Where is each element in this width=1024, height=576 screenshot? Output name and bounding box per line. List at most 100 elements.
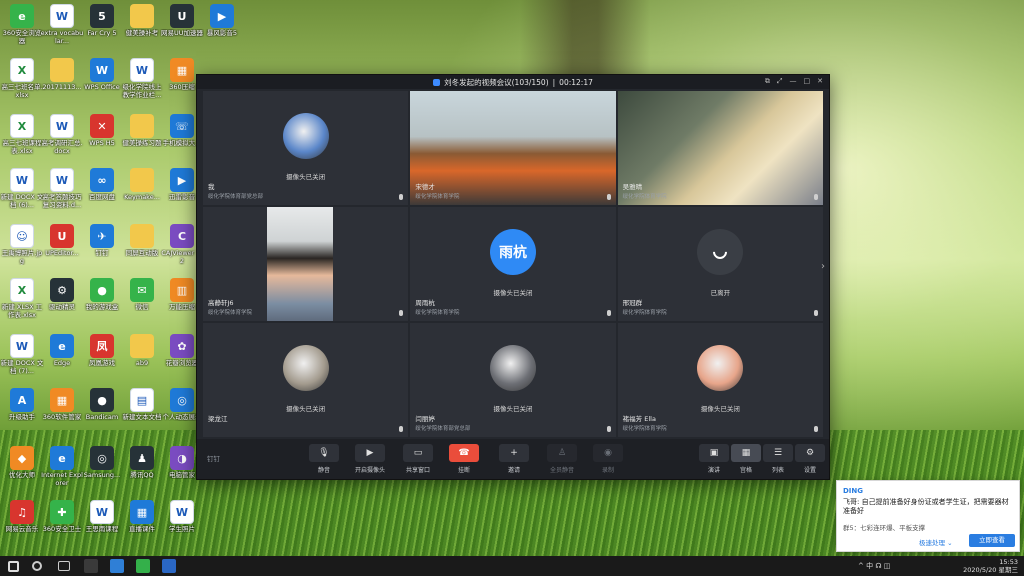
minimize-icon[interactable]: —: [790, 77, 797, 86]
desktop-icon[interactable]: W 新建 DOCX 文档 (7)...: [0, 334, 44, 375]
participant-video: [267, 207, 333, 321]
desktop-icon-glyph: e: [50, 334, 74, 358]
desktop-icon[interactable]: 同屏互动版: [120, 224, 164, 257]
desktop-icon[interactable]: ♫ 网易云音乐: [0, 500, 44, 533]
desktop-icon[interactable]: W 级化学院线上教学作业栏...: [120, 58, 164, 99]
desktop-icon[interactable]: e Internet Explorer: [40, 446, 84, 487]
desktop-icon-label: 网易UU加速器: [160, 29, 203, 37]
taskbar-dingtalk-icon[interactable]: [110, 559, 124, 573]
desktop-icon[interactable]: ✚ 360安全卫士: [40, 500, 84, 533]
taskbar-app-icon[interactable]: [84, 559, 98, 573]
camera-button[interactable]: ▶ 开启摄像头: [353, 444, 387, 474]
invite-button[interactable]: + 邀请: [497, 444, 531, 474]
hang-up-button[interactable]: ☎ 挂断: [447, 444, 481, 474]
desktop-icon[interactable]: ∞ 百度网盘: [80, 168, 124, 201]
desktop-icon[interactable]: 凤凤凰游戏: [80, 334, 124, 367]
desktop-icon[interactable]: 健美操练习题: [120, 114, 164, 147]
participant-avatar: 雨杭: [489, 229, 536, 275]
ding-notification[interactable]: DING 飞哥: 自己提前准备好身份证或者学生证，把需要器材准备好 群5：七彩连…: [836, 480, 1020, 552]
desktop-icon[interactable]: ☺ 王禹博照片.jpg: [0, 224, 44, 265]
participant-tile[interactable]: 雨杭 摄像头已关闭 周雨杭 绥化学院体育学院: [410, 207, 616, 321]
desktop-icon[interactable]: W 高考答题技巧复习资料.d...: [40, 168, 84, 209]
mute-button[interactable]: 🎙 静音: [307, 444, 341, 474]
quick-handle-link[interactable]: 极速处理 ⌄: [919, 537, 953, 547]
speaker-view-button[interactable]: ▣ 演讲: [697, 444, 731, 474]
desktop-icon-label: 升级助手: [9, 413, 35, 421]
desktop-icon-glyph: [50, 58, 74, 82]
desktop-icon[interactable]: ⚙ 驱动精灵: [40, 278, 84, 311]
desktop-icon[interactable]: ▶ 暴风影音5: [200, 4, 244, 37]
taskbar-wechat-icon[interactable]: [136, 559, 150, 573]
tray-icons[interactable]: ^ 中 ☊ ◫: [858, 561, 890, 571]
grid-view-button[interactable]: ▦ 宫格: [729, 444, 763, 474]
start-icon[interactable]: [8, 561, 19, 572]
desktop-icon[interactable]: ab9: [120, 334, 164, 367]
grid-view-button-label: 宫格: [739, 467, 752, 474]
desktop-icon[interactable]: 20171113...: [40, 58, 84, 91]
participant-tile[interactable]: 已离开 邢冠群 绥化学院体育学院: [617, 207, 823, 321]
desktop-icon[interactable]: Wextra vocabular...: [40, 4, 84, 45]
next-page-arrow-icon[interactable]: ›: [821, 261, 825, 272]
desktop-icon-glyph: ✕: [90, 114, 114, 138]
desktop-icon[interactable]: ◎ Samsung...: [80, 446, 124, 479]
settings-button[interactable]: ⚙ 设置: [793, 444, 827, 474]
taskbar-meeting-icon[interactable]: [162, 559, 176, 573]
meeting-title-bar[interactable]: 刘冬发起的视频会议(103/150) | 00:12:17 ⧉ ⤢ — □ ✕: [197, 75, 829, 89]
desktop-icon[interactable]: ▤ 新建文本文档: [120, 388, 164, 421]
desktop-icon[interactable]: e 360安全浏览器: [0, 4, 44, 45]
desktop-icon[interactable]: X 高三七班名单.xlsx: [0, 58, 44, 99]
desktop-icon[interactable]: X 高三七班课程表.xlsx: [0, 114, 44, 155]
participant-tile[interactable]: 吴雅晴 绥化学院体育学院: [617, 91, 823, 205]
desktop-icon[interactable]: X 新建 XLSX 工作表.xlsx: [0, 278, 44, 319]
participant-tile[interactable]: 摄像头已关闭 闫丽婷 绥化学院体育部党总部: [410, 323, 616, 437]
share-window-button[interactable]: ▭ 共享窗口: [401, 444, 435, 474]
mute-all-icon: ♙: [547, 444, 577, 462]
desktop-icon[interactable]: 健美操补考: [120, 4, 164, 37]
mute-all-button[interactable]: ♙ 全员静音: [545, 444, 579, 474]
desktop-icon-label: 360安全卫士: [42, 525, 82, 533]
desktop-icon[interactable]: e Edge: [40, 334, 84, 367]
desktop-icon[interactable]: W WPS Office: [80, 58, 124, 91]
desktop-icon[interactable]: W 学生照片: [160, 500, 204, 533]
desktop-icon[interactable]: ♟ 腾讯QQ: [120, 446, 164, 479]
participant-tile[interactable]: 摄像头已关闭 梁龙江: [203, 323, 409, 437]
clock[interactable]: 15:53 2020/5/20 星期三: [963, 558, 1018, 574]
desktop-icon[interactable]: ● Bandicam: [80, 388, 124, 421]
fullscreen-icon[interactable]: ⤢: [777, 77, 783, 86]
window-controls: ⧉ ⤢ — □ ✕: [765, 77, 823, 86]
close-icon[interactable]: ✕: [817, 77, 823, 86]
record-button[interactable]: ◉ 录制: [591, 444, 625, 474]
view-now-button[interactable]: 立即查看: [969, 534, 1015, 547]
list-view-button[interactable]: ☰ 列表: [761, 444, 795, 474]
search-icon[interactable]: [32, 561, 42, 571]
video-meeting-window[interactable]: 刘冬发起的视频会议(103/150) | 00:12:17 ⧉ ⤢ — □ ✕ …: [196, 74, 830, 480]
desktop-icon[interactable]: ✉ 微信: [120, 278, 164, 311]
desktop-icon[interactable]: ▦ 直播课件: [120, 500, 164, 533]
desktop-icon[interactable]: ✈ 钉钉: [80, 224, 124, 257]
desktop-icon[interactable]: U 网易UU加速器: [160, 4, 204, 37]
desktop-icon[interactable]: U UPEditor...: [40, 224, 84, 257]
desktop-icon[interactable]: ✕ WPS H5: [80, 114, 124, 147]
desktop-icon[interactable]: A 升级助手: [0, 388, 44, 421]
participant-tile[interactable]: 摄像头已关闭 褚福芳 Ella 绥化学院体育学院: [617, 323, 823, 437]
participant-tile[interactable]: 高静轩J6 绥化学院体育学院: [203, 207, 409, 321]
desktop-icon-label: 王思雨课程: [85, 525, 119, 533]
participant-tile[interactable]: 宋德才 绥化学院体育学院: [410, 91, 616, 205]
popout-icon[interactable]: ⧉: [765, 77, 770, 86]
desktop-icon-glyph: W: [50, 114, 74, 138]
desktop-icon[interactable]: ▦ 360软件管家: [40, 388, 84, 421]
desktop-icon[interactable]: ◆ 优化大师: [0, 446, 44, 479]
task-view-icon[interactable]: [58, 561, 70, 571]
desktop-icon[interactable]: Keymake...: [120, 168, 164, 201]
desktop-icon-label: 驱动精灵: [49, 303, 75, 311]
desktop-icon[interactable]: W 王思雨课程: [80, 500, 124, 533]
desktop-icon-glyph: 凤: [90, 334, 114, 358]
maximize-icon[interactable]: □: [804, 77, 811, 86]
desktop-icon-label: UPEditor...: [45, 249, 79, 257]
desktop-icon[interactable]: W 新建 DOCX 文档 (6)...: [0, 168, 44, 209]
desktop-icon[interactable]: W 高考调研汇总.docx: [40, 114, 84, 155]
desktop-icon-label: 360软件管家: [42, 413, 82, 421]
participant-tile[interactable]: 摄像头已关闭我绥化学院体育部党总部: [203, 91, 409, 205]
desktop-icon[interactable]: ● 我的游戏盒: [80, 278, 124, 311]
desktop-icon[interactable]: 5 Far Cry 5: [80, 4, 124, 37]
